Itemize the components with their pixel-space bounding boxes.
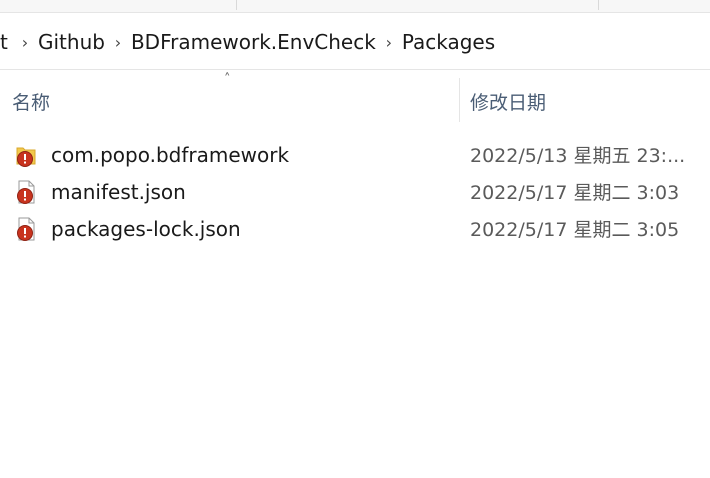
file-date-modified: 2022/5/17 星期二 3:03 [470, 182, 680, 204]
folder-shortcut-icon [16, 147, 36, 167]
column-header-name[interactable]: 名称 [12, 78, 452, 124]
ribbon-divider [236, 0, 237, 10]
list-item[interactable]: manifest.json 2022/5/17 星期二 3:03 [0, 173, 710, 210]
file-name: com.popo.bdframework [51, 142, 290, 167]
json-file-icon [17, 180, 35, 204]
breadcrumb[interactable]: t › Github › BDFramework.EnvCheck › Pack… [0, 22, 710, 62]
list-item[interactable]: packages-lock.json 2022/5/17 星期二 3:05 [0, 210, 710, 247]
json-file-icon [17, 217, 35, 241]
chevron-right-icon[interactable]: › [378, 33, 400, 52]
file-name: manifest.json [51, 179, 186, 204]
file-list: com.popo.bdframework 2022/5/13 星期五 23:..… [0, 136, 710, 247]
file-date-modified: 2022/5/17 星期二 3:05 [470, 219, 680, 241]
chevron-right-icon[interactable]: › [14, 33, 36, 52]
top-ribbon-strip [0, 0, 710, 13]
ribbon-divider [598, 0, 599, 10]
chevron-right-icon[interactable]: › [107, 33, 129, 52]
column-header-date-modified[interactable]: 修改日期 [470, 78, 710, 124]
breadcrumb-item-partial[interactable]: t [0, 30, 14, 54]
column-divider[interactable] [459, 78, 460, 122]
toolbar-divider [0, 69, 710, 70]
file-name: packages-lock.json [51, 216, 241, 241]
list-item[interactable]: com.popo.bdframework 2022/5/13 星期五 23:..… [0, 136, 710, 173]
file-date-modified: 2022/5/13 星期五 23:... [470, 145, 686, 167]
breadcrumb-item-github[interactable]: Github [36, 30, 107, 54]
breadcrumb-item-bdframework-envcheck[interactable]: BDFramework.EnvCheck [129, 30, 378, 54]
breadcrumb-item-packages[interactable]: Packages [400, 30, 497, 54]
